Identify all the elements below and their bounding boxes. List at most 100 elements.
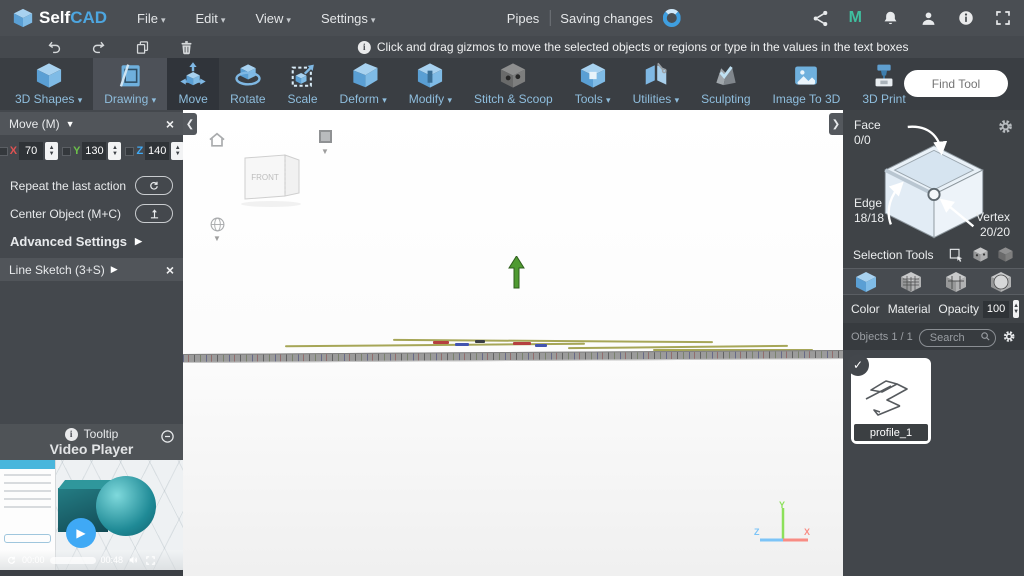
tool-deform[interactable]: Deform ▾ — [329, 58, 398, 110]
navigation-cube[interactable]: FRONT — [231, 146, 305, 208]
info-icon[interactable] — [957, 9, 975, 27]
tab-segments[interactable] — [939, 269, 973, 294]
main-toolbar: 3D Shapes ▾ Drawing ▾ Move Ro — [0, 58, 1024, 110]
x-label: X — [10, 145, 17, 157]
share-icon[interactable] — [811, 9, 830, 28]
opacity-input[interactable] — [983, 301, 1009, 318]
scale-icon — [288, 61, 318, 90]
gear-icon[interactable] — [1002, 328, 1016, 345]
home-view-icon[interactable] — [207, 130, 227, 150]
tool-drawing[interactable]: Drawing ▾ — [93, 58, 167, 110]
membership-badge[interactable]: M — [849, 9, 862, 27]
object-item-profile-1[interactable]: ✓ profile_1 — [851, 358, 931, 444]
project-status: Pipes Saving changes — [507, 0, 681, 36]
redo-icon[interactable] — [90, 39, 107, 56]
selected-check-badge[interactable]: ✓ — [847, 354, 869, 376]
menu-edit[interactable]: Edit▾ — [196, 11, 226, 26]
tab-sphere-view[interactable] — [984, 269, 1018, 294]
y-value-input[interactable] — [82, 142, 106, 160]
menu-file[interactable]: File▾ — [137, 11, 165, 26]
tooltip-video-player[interactable]: ▶ 00:00 00:48 — [0, 460, 183, 570]
workplane-globe-icon[interactable] — [209, 216, 226, 233]
tool-scale[interactable]: Scale — [277, 58, 329, 110]
y-checkbox[interactable] — [62, 147, 71, 156]
line-sketch-header[interactable]: Line Sketch (3+S) ▶ × — [0, 258, 183, 281]
tool-sculpting[interactable]: Sculpting — [690, 58, 761, 110]
viewport-3d[interactable]: ❮ ❯ FRONT ▼ ▼ — [183, 110, 843, 576]
tool-modify[interactable]: Modify ▾ — [398, 58, 463, 110]
center-object-icon — [148, 207, 161, 220]
move-gizmo-y-arrow[interactable] — [508, 256, 525, 289]
notifications-bell-icon[interactable] — [881, 9, 900, 28]
collapse-left-panel-tab[interactable]: ❮ — [183, 113, 197, 135]
objects-bar: Objects 1 / 1 — [843, 323, 1024, 350]
divider — [549, 10, 550, 26]
hint-message: i Click and drag gizmos to move the sele… — [358, 40, 909, 54]
menu-settings[interactable]: Settings▾ — [321, 11, 376, 26]
copy-icon[interactable] — [134, 39, 151, 56]
fullscreen-icon[interactable] — [145, 555, 156, 566]
tool-move[interactable]: Move — [167, 58, 219, 110]
rect-select-icon[interactable] — [948, 247, 964, 263]
tool-image-to-3d[interactable]: Image To 3D — [762, 58, 852, 110]
delete-trash-icon[interactable] — [178, 39, 195, 56]
chevron-down-icon: ▾ — [382, 95, 387, 105]
axis-y-group: Y ▲▼ — [62, 142, 121, 160]
y-stepper[interactable]: ▲▼ — [108, 142, 121, 160]
objects-count-label: Objects 1 / 1 — [851, 331, 913, 343]
chevron-down-icon[interactable]: ▼ — [213, 234, 221, 243]
axis-z-group: Z ▲▼ — [125, 142, 184, 160]
volume-icon[interactable] — [128, 554, 140, 566]
z-value-input[interactable] — [145, 142, 169, 160]
center-object-button[interactable] — [135, 204, 173, 223]
panel-bottom-strip — [0, 570, 183, 576]
chevron-down-icon[interactable]: ▼ — [321, 147, 329, 156]
find-tool-input[interactable] — [904, 70, 1008, 97]
z-label: Z — [136, 145, 143, 157]
tool-utilities[interactable]: Utilities ▾ — [622, 58, 691, 110]
move-panel-header[interactable]: Move (M) ▼ × — [0, 112, 183, 135]
account-person-icon[interactable] — [919, 9, 938, 28]
tool-3d-shapes[interactable]: 3D Shapes ▾ — [4, 58, 93, 110]
opacity-stepper[interactable]: ▲▼ — [1013, 300, 1019, 318]
saving-spinner-icon — [663, 9, 681, 27]
chevron-down-icon: ▼ — [66, 119, 75, 129]
x-stepper[interactable]: ▲▼ — [45, 142, 58, 160]
region-select-icon[interactable] — [997, 246, 1014, 263]
tool-stitch-scoop[interactable]: Stitch & Scoop — [463, 58, 564, 110]
advanced-settings-row[interactable]: Advanced Settings ▶ — [0, 234, 183, 249]
tab-wireframe[interactable] — [894, 269, 928, 294]
object-name: profile_1 — [854, 424, 928, 441]
tool-tools[interactable]: Tools ▾ — [564, 58, 622, 110]
x-checkbox[interactable] — [0, 147, 8, 156]
objects-list: ✓ profile_1 — [843, 350, 1024, 576]
close-icon[interactable]: × — [166, 116, 174, 132]
topbar-icons: M — [811, 0, 1012, 36]
selfcad-logo[interactable]: SelfCAD — [0, 7, 117, 29]
chevron-down-icon: ▾ — [447, 95, 452, 105]
camera-mode-icon[interactable] — [319, 130, 332, 143]
progress-bar[interactable] — [50, 557, 96, 564]
tool-rotate[interactable]: Rotate — [219, 58, 276, 110]
brand-cad: CAD — [70, 8, 107, 27]
stitch-scoop-icon — [498, 61, 528, 90]
collapse-right-panel-tab[interactable]: ❯ — [829, 113, 843, 135]
fullscreen-icon[interactable] — [994, 9, 1012, 27]
x-value-input[interactable] — [19, 142, 43, 160]
selection-tools-row: Selection Tools — [843, 243, 1024, 266]
cube-select-icon[interactable] — [972, 246, 989, 263]
image-icon — [791, 61, 821, 90]
close-icon[interactable]: × — [166, 262, 174, 278]
play-button[interactable]: ▶ — [66, 518, 96, 548]
undo-icon[interactable] — [46, 39, 63, 56]
repeat-action-button[interactable] — [135, 176, 173, 195]
minimize-icon[interactable] — [160, 429, 175, 444]
drawing-board-icon — [115, 61, 145, 90]
menu-view[interactable]: View▾ — [255, 11, 290, 26]
axis-indicator: Y Z X — [752, 500, 814, 550]
replay-icon[interactable] — [6, 555, 17, 566]
z-checkbox[interactable] — [125, 147, 134, 156]
y-label: Y — [73, 145, 80, 157]
scene-ground — [183, 336, 843, 368]
tab-solid-active[interactable] — [849, 269, 883, 294]
